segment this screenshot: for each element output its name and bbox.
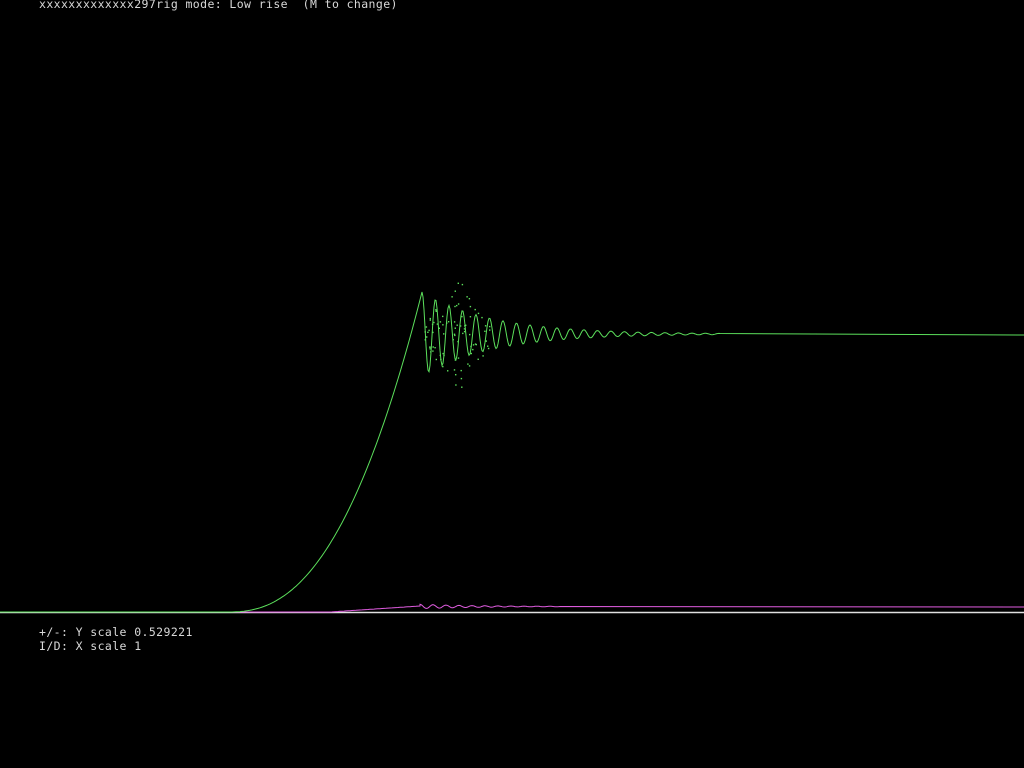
oscillation-dot <box>429 348 431 350</box>
oscillation-dot <box>446 322 448 324</box>
oscillation-dot <box>424 339 426 341</box>
oscillation-dot <box>469 333 471 336</box>
oscillation-dot <box>489 329 491 331</box>
oscillation-dot <box>482 355 484 357</box>
oscillation-dot <box>457 340 459 343</box>
oscillation-dot <box>466 296 468 298</box>
oscillation-dot <box>472 344 475 346</box>
oscillation-dot <box>457 357 460 359</box>
oscillation-dot <box>461 386 463 388</box>
oscillation-dot <box>440 358 442 361</box>
oscillation-dot <box>435 309 437 311</box>
oscillation-dot <box>463 328 466 330</box>
oscillation-dot <box>447 321 450 323</box>
step-response-trace <box>0 291 1024 613</box>
oscillation-dot <box>429 317 431 320</box>
oscillation-dot <box>487 347 490 350</box>
oscillation-dot-cloud <box>424 282 491 388</box>
oscillation-dot <box>456 304 458 307</box>
oscillation-dot <box>442 352 444 355</box>
oscillation-dot <box>451 296 453 298</box>
signal-plot <box>0 282 1024 614</box>
oscillation-dot <box>452 339 454 341</box>
oscillation-dot <box>460 377 463 380</box>
oscillation-dot <box>456 324 458 326</box>
oscillation-dot <box>454 327 456 329</box>
oscillation-dot <box>432 350 434 352</box>
oscillation-dot <box>457 282 459 284</box>
oscillation-dot <box>453 333 456 335</box>
oscillation-dot <box>470 352 472 355</box>
x-scale-hint: I/D: X scale 1 <box>39 639 142 653</box>
oscillation-dot <box>462 332 464 335</box>
oscillation-dot <box>426 336 428 338</box>
oscillation-dot <box>461 315 463 318</box>
oscillation-dot <box>424 331 426 333</box>
oscillation-dot <box>457 303 460 305</box>
oscillation-dot <box>425 326 428 328</box>
oscillation-dot <box>439 321 442 323</box>
oscillation-dot <box>469 305 472 308</box>
oscillation-dot <box>442 324 444 326</box>
oscillation-dot <box>435 358 437 361</box>
oscillation-dot <box>432 346 434 348</box>
oscillation-dot <box>442 315 444 318</box>
oscillation-dot <box>489 325 491 328</box>
oscillation-dot <box>487 345 489 347</box>
oscillation-dot <box>434 347 436 349</box>
oscillation-dot <box>447 370 449 372</box>
oscillation-dot <box>485 340 487 342</box>
oscillation-dot <box>465 324 467 326</box>
oscillation-dot <box>432 331 434 334</box>
oscillation-dot <box>431 323 434 326</box>
error-trace <box>0 603 1024 613</box>
y-scale-hint: +/-: Y scale 0.529221 <box>39 625 193 639</box>
oscillation-dot <box>477 358 479 360</box>
oscillation-dot <box>438 327 440 329</box>
oscillation-dot <box>428 329 430 332</box>
oscillation-dot <box>468 365 471 367</box>
oscillation-dot <box>472 348 474 351</box>
oscillation-dot <box>454 290 456 292</box>
oscillation-dot <box>453 321 456 323</box>
oscillation-dot <box>442 365 444 368</box>
oscillation-dot <box>427 331 429 333</box>
oscillation-dot <box>474 308 476 311</box>
oscillation-dot <box>435 310 437 312</box>
oscillation-dot <box>461 283 464 286</box>
oscillation-dot <box>469 316 472 318</box>
oscillation-dot <box>455 384 457 386</box>
oscillation-dot <box>433 321 435 324</box>
oscillation-dot <box>459 325 462 327</box>
oscillation-dot <box>460 369 462 372</box>
oscillation-dot <box>436 323 439 325</box>
oscillation-dot <box>463 330 466 333</box>
oscillation-dot <box>484 325 487 327</box>
oscillation-dot <box>453 369 456 371</box>
oscillation-dot <box>468 298 471 300</box>
oscillation-dot <box>481 316 483 319</box>
oscillation-dot <box>429 319 431 321</box>
oscilloscope-screen: xxxxxxxxxxxxx297rig mode: Low rise (M to… <box>0 0 1024 768</box>
oscillation-dot <box>470 345 472 348</box>
oscillation-dot <box>477 312 480 315</box>
oscillation-dot <box>443 333 445 335</box>
oscillation-dot <box>484 330 486 332</box>
oscillation-dot <box>474 343 477 345</box>
oscillation-dot <box>443 354 445 357</box>
oscillation-dot <box>454 359 457 361</box>
oscillation-dot <box>430 351 432 353</box>
oscillation-dot <box>455 374 457 376</box>
oscillation-dot <box>467 363 469 365</box>
oscillation-dot <box>439 354 441 357</box>
oscillation-dot <box>429 346 431 348</box>
oscillation-dot <box>454 305 456 308</box>
